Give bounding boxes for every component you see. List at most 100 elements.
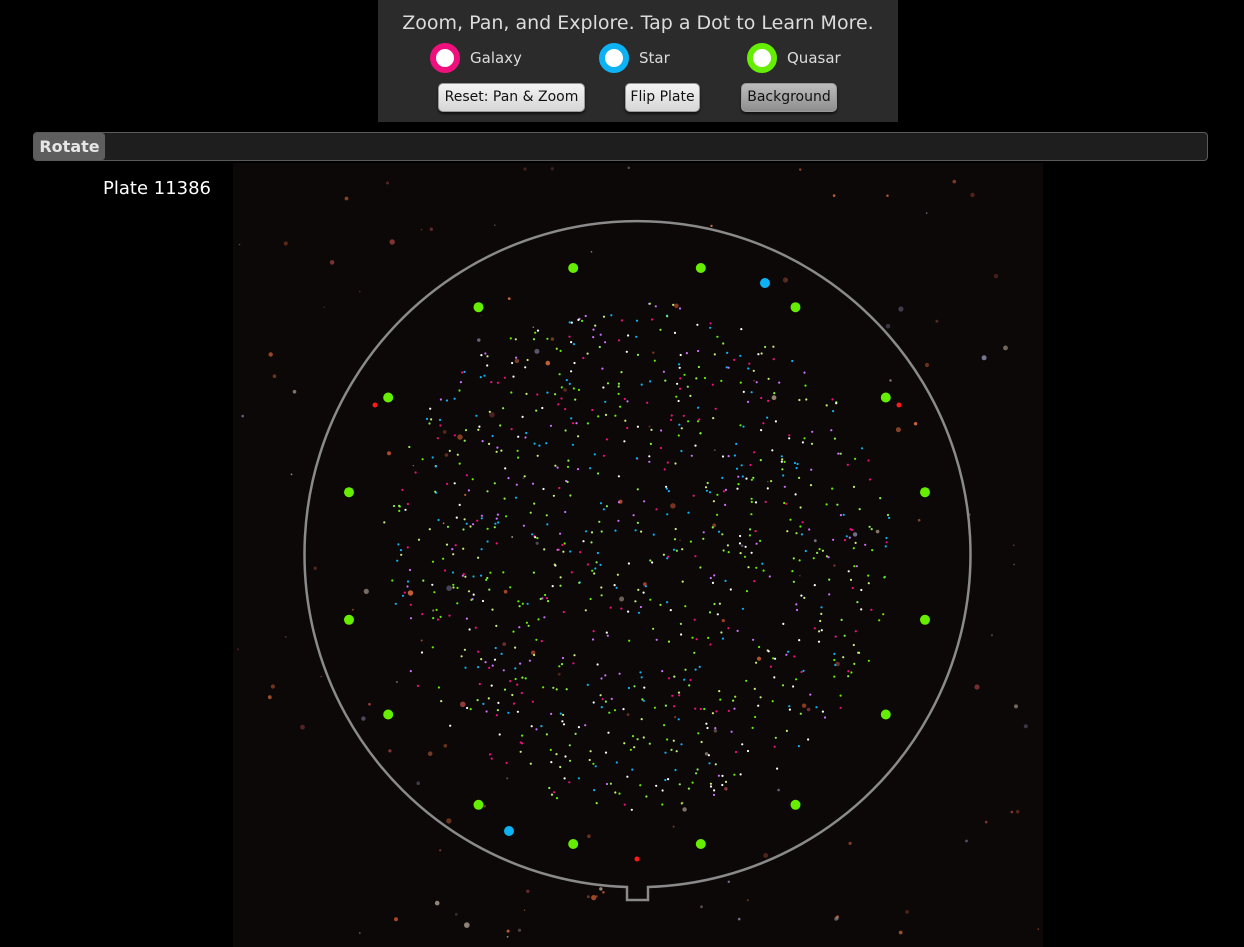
target-dot[interactable] bbox=[753, 687, 756, 691]
target-dot[interactable] bbox=[578, 581, 581, 584]
target-dot[interactable] bbox=[489, 571, 492, 574]
target-dot[interactable] bbox=[624, 419, 627, 422]
target-dot[interactable] bbox=[464, 666, 467, 669]
target-dot[interactable] bbox=[605, 631, 608, 634]
target-dot[interactable] bbox=[540, 640, 543, 643]
target-dot[interactable] bbox=[834, 635, 837, 638]
target-dot[interactable] bbox=[623, 440, 626, 443]
target-dot[interactable] bbox=[654, 305, 657, 308]
target-dot[interactable] bbox=[518, 626, 521, 629]
target-dot[interactable] bbox=[596, 551, 600, 555]
target-dot[interactable] bbox=[867, 659, 871, 662]
target-dot[interactable] bbox=[629, 748, 633, 751]
target-dot[interactable] bbox=[781, 458, 784, 461]
target-dot[interactable] bbox=[559, 349, 562, 352]
target-dot[interactable] bbox=[648, 460, 651, 463]
target-dot[interactable] bbox=[642, 736, 645, 739]
target-dot[interactable] bbox=[836, 503, 839, 506]
target-dot[interactable] bbox=[535, 409, 538, 412]
target-dot[interactable] bbox=[677, 691, 681, 694]
target-dot[interactable] bbox=[783, 501, 786, 505]
target-dot[interactable] bbox=[409, 617, 413, 620]
target-dot[interactable] bbox=[623, 742, 626, 745]
target-dot[interactable] bbox=[527, 624, 530, 627]
target-dot[interactable] bbox=[697, 349, 700, 353]
target-dot[interactable] bbox=[632, 514, 635, 517]
target-dot[interactable] bbox=[431, 646, 434, 649]
target-dot[interactable] bbox=[653, 706, 657, 709]
target-dot[interactable] bbox=[818, 548, 821, 551]
target-dot[interactable] bbox=[733, 707, 736, 710]
red-marker-dot[interactable] bbox=[896, 402, 902, 408]
target-dot[interactable] bbox=[670, 414, 673, 417]
target-dot[interactable] bbox=[414, 471, 417, 474]
target-dot[interactable] bbox=[839, 514, 843, 517]
target-dot[interactable] bbox=[741, 743, 744, 746]
target-dot[interactable] bbox=[602, 508, 606, 511]
target-dot[interactable] bbox=[523, 475, 526, 478]
target-dot[interactable] bbox=[698, 418, 701, 421]
target-dot[interactable] bbox=[505, 761, 508, 765]
target-dot[interactable] bbox=[678, 423, 681, 426]
target-dot[interactable] bbox=[754, 715, 757, 719]
target-dot[interactable] bbox=[721, 783, 724, 787]
target-dot[interactable] bbox=[485, 578, 488, 582]
target-dot[interactable] bbox=[591, 638, 595, 641]
target-dot[interactable] bbox=[482, 702, 485, 706]
target-dot[interactable] bbox=[487, 697, 490, 700]
target-dot[interactable] bbox=[525, 621, 529, 624]
target-dot[interactable] bbox=[586, 563, 590, 566]
target-dot[interactable] bbox=[666, 461, 669, 464]
target-dot[interactable] bbox=[592, 328, 595, 331]
target-dot[interactable] bbox=[462, 573, 465, 576]
target-dot[interactable] bbox=[724, 503, 727, 506]
target-dot[interactable] bbox=[589, 597, 592, 601]
target-dot[interactable] bbox=[780, 460, 783, 463]
target-dot[interactable] bbox=[750, 497, 753, 500]
target-dot[interactable] bbox=[659, 446, 663, 450]
target-dot[interactable] bbox=[480, 574, 483, 577]
target-dot[interactable] bbox=[672, 548, 676, 551]
target-dot[interactable] bbox=[519, 662, 522, 665]
target-dot[interactable] bbox=[799, 525, 802, 528]
target-dot[interactable] bbox=[421, 613, 424, 616]
target-dot[interactable] bbox=[470, 598, 473, 602]
target-dot[interactable] bbox=[820, 629, 823, 632]
target-dot[interactable] bbox=[709, 643, 712, 646]
target-dot[interactable] bbox=[771, 700, 774, 703]
target-dot[interactable] bbox=[453, 434, 456, 437]
target-dot[interactable] bbox=[562, 610, 565, 614]
target-dot[interactable] bbox=[801, 521, 804, 524]
target-dot[interactable] bbox=[488, 588, 491, 591]
target-dot[interactable] bbox=[750, 551, 753, 554]
target-dot[interactable] bbox=[700, 740, 703, 744]
target-dot[interactable] bbox=[696, 768, 699, 771]
target-dot[interactable] bbox=[617, 339, 621, 342]
target-dot[interactable] bbox=[605, 782, 609, 786]
target-dot[interactable] bbox=[854, 541, 857, 545]
target-dot[interactable] bbox=[563, 542, 566, 545]
target-dot[interactable] bbox=[766, 416, 769, 419]
target-dot[interactable] bbox=[496, 446, 499, 449]
target-dot[interactable] bbox=[687, 787, 691, 790]
target-dot[interactable] bbox=[448, 614, 451, 617]
target-dot[interactable] bbox=[649, 442, 653, 445]
target-dot[interactable] bbox=[655, 508, 658, 511]
target-dot[interactable] bbox=[486, 540, 489, 543]
target-dot[interactable] bbox=[666, 315, 669, 318]
target-dot[interactable] bbox=[602, 315, 606, 318]
target-dot[interactable] bbox=[617, 392, 620, 395]
target-dot[interactable] bbox=[593, 789, 596, 792]
target-dot[interactable] bbox=[860, 447, 864, 450]
target-dot[interactable] bbox=[499, 424, 502, 427]
target-dot[interactable] bbox=[828, 578, 831, 581]
target-dot[interactable] bbox=[740, 328, 743, 331]
target-dot[interactable] bbox=[446, 482, 449, 485]
target-dot[interactable] bbox=[788, 708, 792, 711]
target-dot[interactable] bbox=[795, 466, 798, 470]
target-dot[interactable] bbox=[465, 474, 468, 477]
target-dot[interactable] bbox=[697, 732, 700, 735]
target-dot[interactable] bbox=[748, 362, 751, 365]
target-dot[interactable] bbox=[834, 663, 837, 667]
target-dot[interactable] bbox=[791, 359, 794, 363]
